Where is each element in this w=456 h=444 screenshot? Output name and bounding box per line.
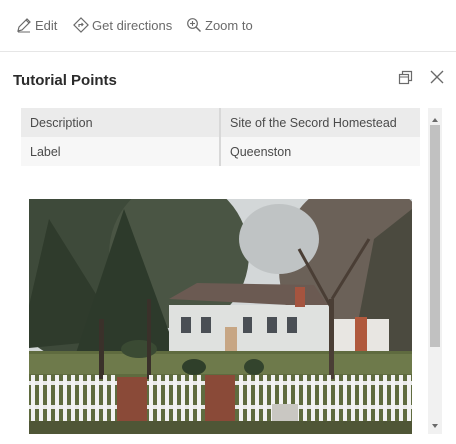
homestead-photo xyxy=(29,199,412,434)
directions-icon xyxy=(73,17,89,33)
zoom-to-button[interactable]: Zoom to xyxy=(186,14,253,36)
table-row: Label Queenston xyxy=(21,137,420,166)
get-directions-button[interactable]: Get directions xyxy=(73,14,172,36)
scrollbar-thumb[interactable] xyxy=(430,125,440,347)
caret-up-icon xyxy=(432,118,438,122)
attribute-value: Queenston xyxy=(230,144,292,159)
attribute-field: Label xyxy=(21,137,221,166)
close-button[interactable] xyxy=(428,68,446,86)
edit-label: Edit xyxy=(35,17,58,33)
dock-icon xyxy=(398,70,413,85)
directions-label: Get directions xyxy=(92,17,173,33)
scroll-up-button[interactable] xyxy=(430,112,440,122)
edit-icon xyxy=(17,18,31,33)
popup-title: Tutorial Points xyxy=(13,72,117,89)
popup-toolbar: Edit Get directions Zoom to xyxy=(0,0,456,52)
homestead-illustration xyxy=(29,199,412,434)
dock-button[interactable] xyxy=(397,68,415,86)
attribute-field: Description xyxy=(21,108,221,137)
attribute-table: Description Site of the Secord Homestead… xyxy=(21,108,420,166)
caret-down-icon xyxy=(432,424,438,428)
close-icon xyxy=(430,70,444,84)
zoom-in-icon xyxy=(187,18,201,32)
table-row: Description Site of the Secord Homestead xyxy=(21,108,420,137)
zoom-label: Zoom to xyxy=(205,17,253,33)
edit-button[interactable]: Edit xyxy=(16,14,57,36)
scroll-down-button[interactable] xyxy=(430,418,440,428)
attribute-value: Site of the Secord Homestead xyxy=(230,115,397,130)
popup-content: Description Site of the Secord Homestead… xyxy=(21,108,420,434)
